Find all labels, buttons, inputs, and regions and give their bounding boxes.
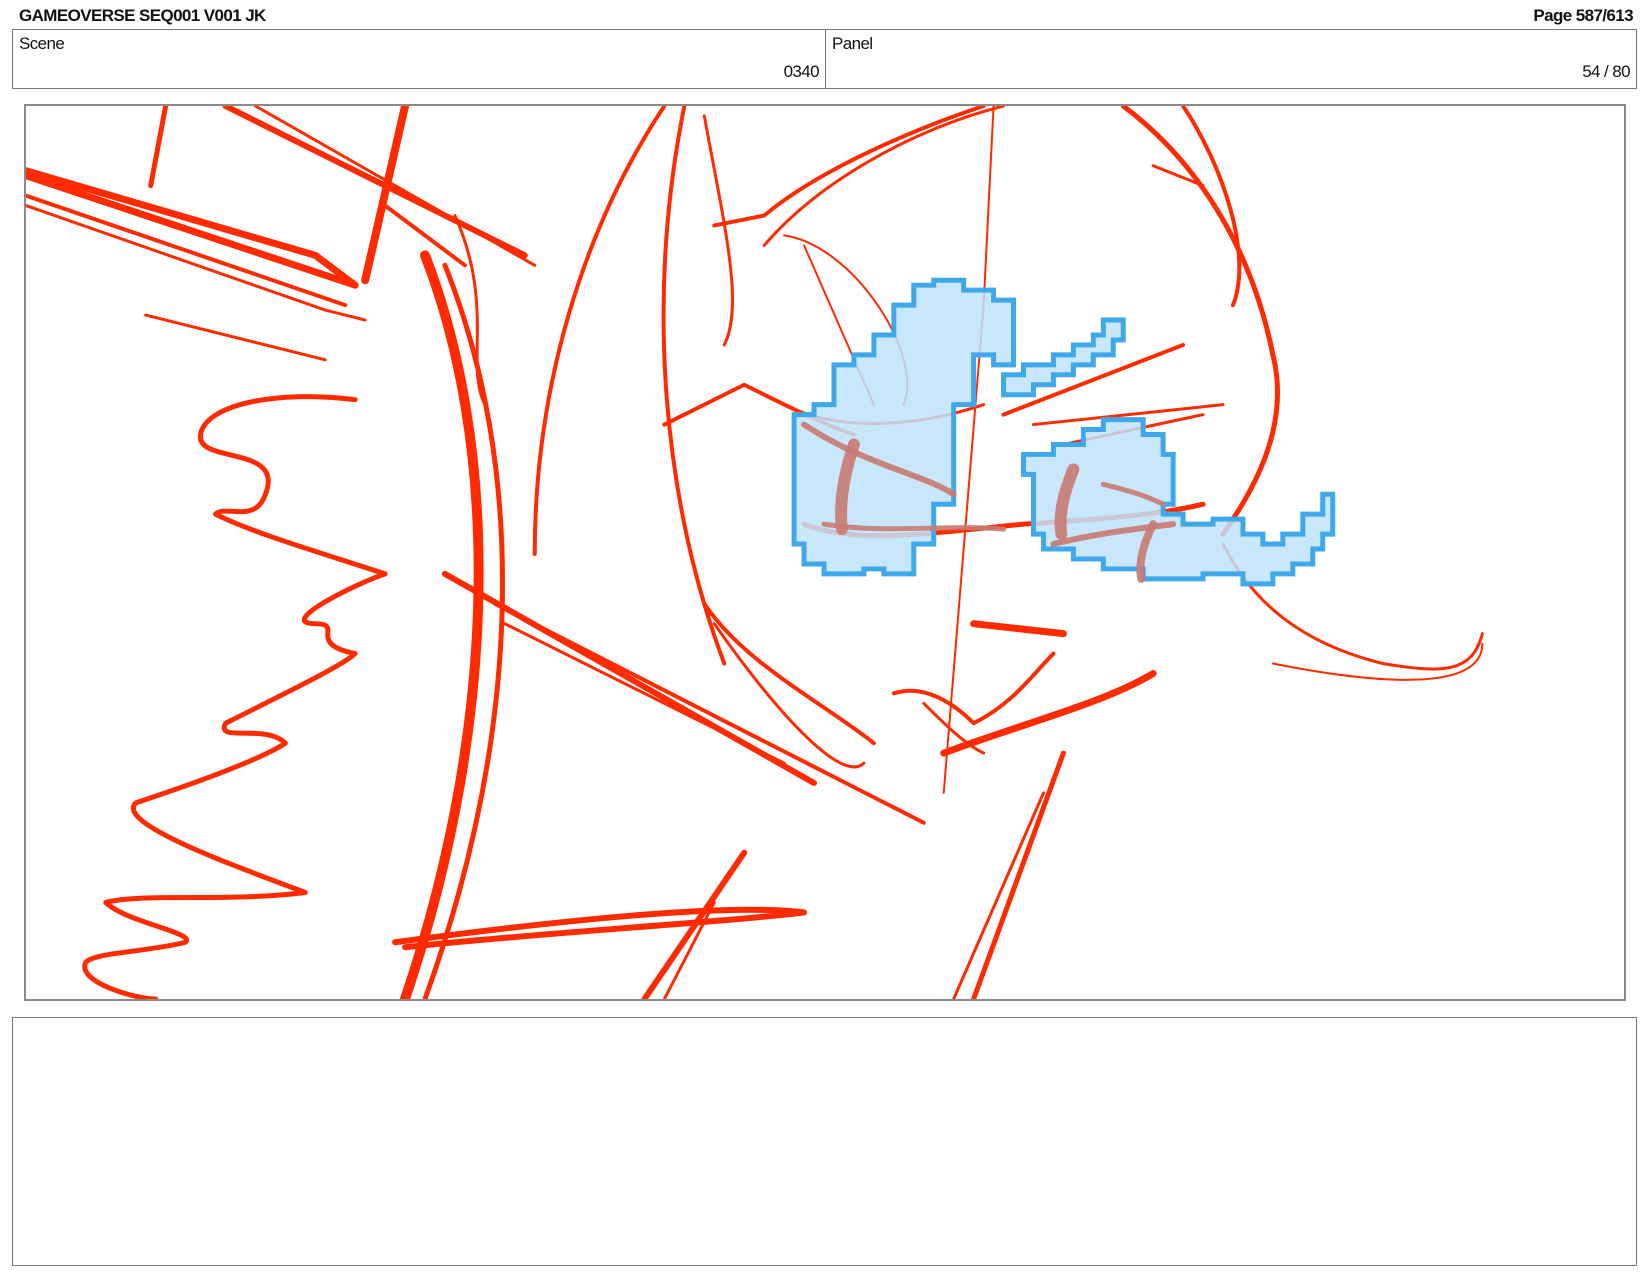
storyboard-panel-frame	[24, 104, 1626, 1001]
panel-cell: Panel 54 / 80	[826, 30, 1636, 88]
panel-value: 54 / 80	[1582, 62, 1630, 81]
panel-label: Panel	[832, 34, 873, 53]
scene-cell: Scene 0340	[13, 30, 826, 88]
scene-value: 0340	[783, 62, 820, 81]
page-number: Page 587/613	[1533, 6, 1633, 25]
scene-panel-info-table: Scene 0340 Panel 54 / 80	[12, 29, 1637, 89]
scene-label: Scene	[19, 34, 65, 53]
notes-box	[12, 1017, 1637, 1266]
storyboard-sketch-icon	[26, 106, 1484, 999]
document-title: GAMEOVERSE SEQ001 V001 JK	[19, 6, 266, 25]
